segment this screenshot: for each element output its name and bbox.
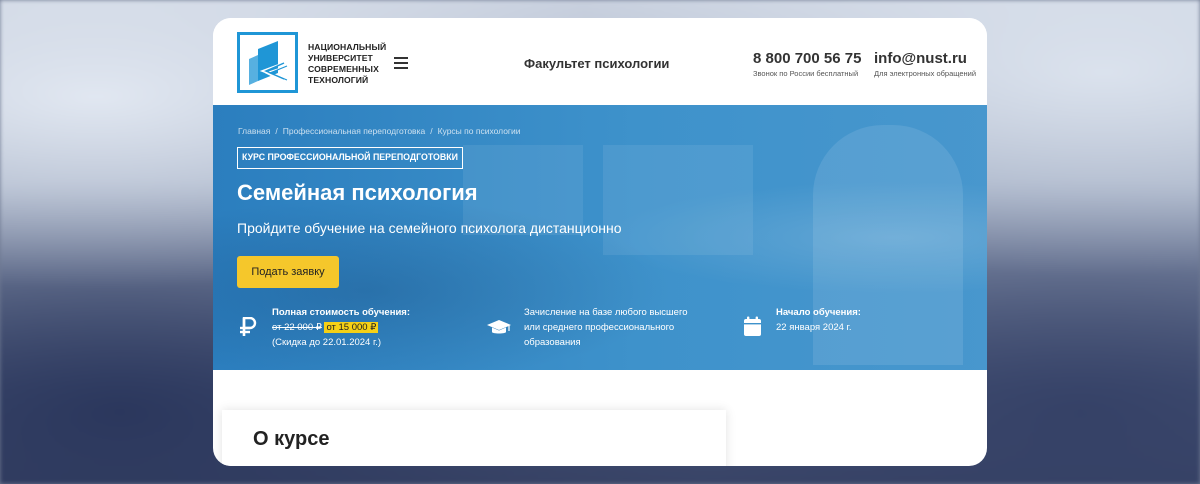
breadcrumb-psychology-courses[interactable]: Курсы по психологии: [438, 126, 521, 136]
old-price: от 22 000 ₽: [272, 322, 322, 333]
faculty-title: Факультет психологии: [524, 56, 670, 71]
price-feature: Полная стоимость обучения: от 22 000 ₽ о…: [272, 305, 410, 350]
email-block[interactable]: info@nust.ru Для электронных обращений: [874, 50, 976, 78]
hero-banner: Главная / Профессиональная переподготовка /…: [213, 105, 987, 370]
university-logo[interactable]: [237, 32, 298, 93]
email-note: Для электронных обращений: [874, 69, 977, 78]
enrollment-line: образования: [524, 337, 581, 348]
enrollment-feature: Зачисление на базе любого высшего или ср…: [524, 305, 688, 350]
logo-line: ТЕХНОЛОГИЙ: [308, 75, 369, 85]
calendar-icon: [743, 316, 762, 342]
start-date: 22 января 2024 г.: [776, 322, 852, 333]
price-label: Полная стоимость обучения:: [272, 307, 410, 318]
logo-line: НАЦИОНАЛЬНЫЙ: [308, 42, 387, 52]
phone-note: Звонок по России бесплатный: [753, 69, 859, 78]
ruble-icon: [239, 316, 257, 342]
about-title: О курсе: [253, 428, 330, 450]
discount-note: (Скидка до 22.01.2024 г.): [272, 337, 382, 348]
page-subtitle: Пройдите обучение на семейного психолога…: [237, 220, 622, 236]
enrollment-line: или среднего профессионального: [524, 322, 675, 333]
logo-line: УНИВЕРСИТЕТ: [308, 53, 373, 63]
enrollment-line: Зачисление на базе любого высшего: [524, 307, 688, 318]
background-shelf: [603, 145, 753, 255]
phone-block[interactable]: 8 800 700 56 75 Звонок по России бесплат…: [753, 50, 861, 78]
email-address[interactable]: info@nust.ru: [874, 50, 976, 67]
new-price: от 15 000 ₽: [324, 322, 379, 333]
logo-line: СОВРЕМЕННЫХ: [308, 64, 379, 74]
logo-book-icon: [249, 41, 288, 85]
page-title: Семейная психология: [237, 180, 478, 205]
apply-button[interactable]: Подать заявку: [237, 256, 339, 288]
breadcrumb: Главная / Профессиональная переподготовка /…: [238, 126, 521, 136]
breadcrumb-retraining[interactable]: Профессиональная переподготовка: [283, 126, 425, 136]
logo-text: НАЦИОНАЛЬНЫЙ УНИВЕРСИТЕТ СОВРЕМЕННЫХ ТЕХ…: [308, 42, 400, 86]
site-header: НАЦИОНАЛЬНЫЙ УНИВЕРСИТЕТ СОВРЕМЕННЫХ ТЕХ…: [213, 18, 987, 105]
menu-icon[interactable]: [394, 57, 408, 69]
start-feature: Начало обучения: 22 января 2024 г.: [776, 305, 861, 335]
start-label: Начало обучения:: [776, 307, 861, 318]
page-card: НАЦИОНАЛЬНЫЙ УНИВЕРСИТЕТ СОВРЕМЕННЫХ ТЕХ…: [213, 18, 987, 466]
phone-number[interactable]: 8 800 700 56 75: [753, 50, 861, 67]
breadcrumb-home[interactable]: Главная: [238, 126, 270, 136]
about-section: О курсе: [222, 410, 726, 466]
course-type-badge: КУРС ПРОФЕССИОНАЛЬНОЙ ПЕРЕПОДГОТОВКИ: [237, 147, 463, 169]
graduation-cap-icon: [486, 319, 512, 342]
